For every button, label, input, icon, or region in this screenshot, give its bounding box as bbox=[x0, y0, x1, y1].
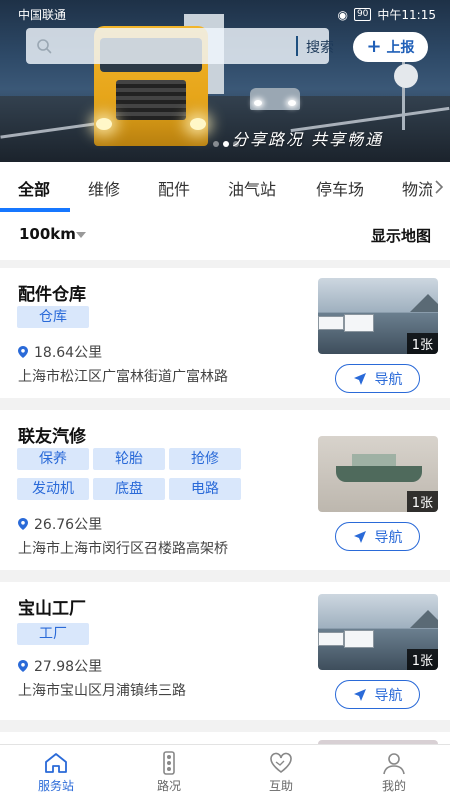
item-photo[interactable]: 1张 bbox=[318, 278, 438, 354]
list-item[interactable]: 宝山工厂 工厂 27.98公里 上海市宝山区月浦镇纬三路 1张 导航 bbox=[0, 582, 450, 720]
item-photo[interactable]: 1张 bbox=[318, 594, 438, 670]
distance-filter[interactable]: 100km bbox=[19, 225, 76, 243]
status-bar: 中国联通 ◉ 90 中午11:15 bbox=[0, 0, 450, 28]
list-item[interactable]: 联友汽修 保养 轮胎 抢修 发动机 底盘 电路 26.76公里 上海市上海市闵行… bbox=[0, 410, 450, 570]
report-label: 上报 bbox=[386, 40, 415, 56]
item-distance: 18.64公里 bbox=[18, 342, 102, 362]
item-photo[interactable]: 1张 bbox=[318, 436, 438, 512]
navigate-button[interactable]: 导航 bbox=[335, 364, 420, 393]
navigation-arrow-icon bbox=[353, 530, 366, 543]
tag: 发动机 bbox=[17, 478, 89, 500]
nav-traffic[interactable]: 路况 bbox=[134, 751, 204, 794]
home-icon bbox=[45, 753, 67, 773]
carousel-dot[interactable] bbox=[233, 141, 239, 147]
location-pin-icon bbox=[18, 346, 28, 358]
navigation-arrow-icon bbox=[353, 688, 366, 701]
car-image bbox=[250, 88, 300, 110]
location-pin-icon bbox=[18, 660, 28, 672]
search-input[interactable] bbox=[60, 34, 286, 58]
item-address: 上海市松江区广富林街道广富林路 bbox=[18, 369, 228, 385]
photo-count-badge: 1张 bbox=[406, 333, 438, 354]
carousel-dot[interactable] bbox=[213, 141, 219, 147]
category-tabs: 全部 维修 配件 油气站 停车场 物流 bbox=[0, 162, 450, 212]
plus-icon: + bbox=[366, 36, 382, 57]
navigate-button[interactable]: 导航 bbox=[335, 522, 420, 551]
photo-count-badge: 1张 bbox=[406, 491, 438, 512]
navigation-arrow-icon bbox=[353, 372, 366, 385]
carousel-dot-active[interactable] bbox=[223, 141, 229, 147]
report-button[interactable]: + 上报 bbox=[353, 32, 428, 62]
tab-gas-station[interactable]: 油气站 bbox=[228, 176, 276, 200]
navigate-button[interactable]: 导航 bbox=[335, 680, 420, 709]
carrier-label: 中国联通 bbox=[18, 8, 67, 22]
filter-row: 100km 显示地图 bbox=[0, 212, 450, 260]
item-address: 上海市上海市闵行区召楼路高架桥 bbox=[18, 541, 228, 557]
traffic-light-icon bbox=[163, 751, 175, 775]
chevron-right-icon[interactable] bbox=[432, 178, 446, 196]
user-icon bbox=[383, 753, 405, 775]
tab-parts[interactable]: 配件 bbox=[158, 176, 190, 200]
item-name: 联友汽修 bbox=[18, 427, 86, 447]
tag: 轮胎 bbox=[93, 448, 165, 470]
search-divider bbox=[296, 36, 298, 56]
bottom-nav: 服务站 路况 互助 我的 bbox=[0, 744, 450, 800]
item-name: 配件仓库 bbox=[18, 285, 86, 305]
tag: 仓库 bbox=[17, 306, 89, 328]
nav-mutual-help[interactable]: 互助 bbox=[246, 751, 316, 794]
caret-down-icon[interactable] bbox=[76, 232, 86, 238]
tag: 工厂 bbox=[17, 623, 89, 645]
search-bar: 搜索 bbox=[26, 28, 334, 64]
item-distance: 26.76公里 bbox=[18, 514, 102, 534]
nav-mine[interactable]: 我的 bbox=[359, 751, 429, 794]
heart-handshake-icon bbox=[270, 752, 292, 773]
tag: 底盘 bbox=[93, 478, 165, 500]
item-name: 宝山工厂 bbox=[18, 599, 86, 619]
search-button[interactable]: 搜索 bbox=[306, 37, 334, 57]
tab-all[interactable]: 全部 bbox=[18, 176, 50, 200]
tag: 电路 bbox=[169, 478, 241, 500]
list-item[interactable]: 配件仓库 仓库 18.64公里 上海市松江区广富林街道广富林路 1张 导航 bbox=[0, 268, 450, 398]
battery-icon: 90 bbox=[353, 8, 372, 21]
road-sign bbox=[394, 64, 418, 88]
photo-count-badge: 1张 bbox=[406, 649, 438, 670]
tab-repair[interactable]: 维修 bbox=[88, 176, 120, 200]
tag: 抢修 bbox=[169, 448, 241, 470]
clock: 中午11:15 bbox=[377, 8, 436, 22]
tag: 保养 bbox=[17, 448, 89, 470]
nav-service-station[interactable]: 服务站 bbox=[21, 751, 91, 794]
eye-icon: ◉ bbox=[337, 7, 348, 22]
search-icon bbox=[37, 39, 52, 54]
location-pin-icon bbox=[18, 518, 28, 530]
item-distance: 27.98公里 bbox=[18, 656, 102, 676]
tab-logistics[interactable]: 物流 bbox=[402, 176, 434, 200]
show-map-button[interactable]: 显示地图 bbox=[371, 225, 431, 246]
tab-parking[interactable]: 停车场 bbox=[316, 176, 364, 200]
banner-slogan: 分享路况 共享畅通 bbox=[232, 130, 384, 149]
item-address: 上海市宝山区月浦镇纬三路 bbox=[18, 683, 186, 699]
